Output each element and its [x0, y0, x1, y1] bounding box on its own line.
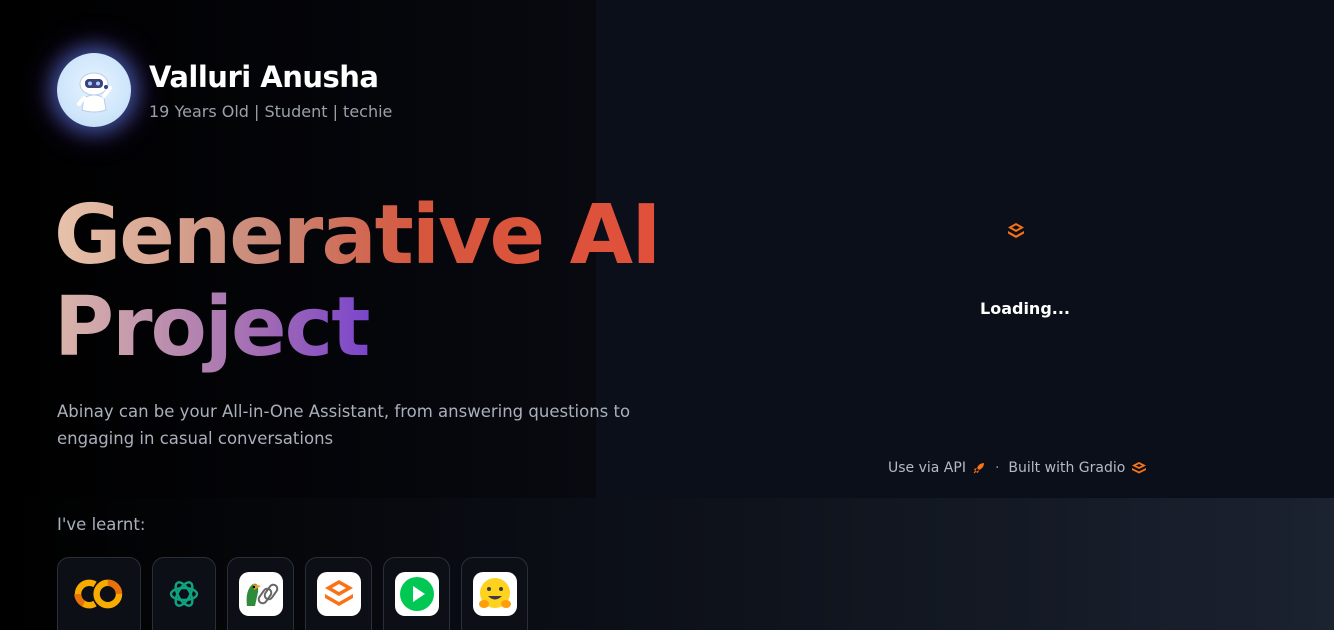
tool-card-gradio[interactable]: [305, 557, 372, 630]
built-with-gradio-label: Built with Gradio: [1008, 460, 1126, 476]
tool-card-langchain[interactable]: [227, 557, 294, 630]
gradio-icon: [316, 572, 361, 616]
tool-card-colab[interactable]: [57, 557, 141, 630]
tool-card-play[interactable]: [383, 557, 450, 630]
play-button-icon: [394, 572, 439, 616]
loading-status: Loading...: [980, 299, 1070, 318]
profile-name: Valluri Anusha: [149, 59, 379, 94]
gradio-footer: Use via API · Built with Gradio: [888, 460, 1147, 476]
google-colab-icon: [71, 572, 127, 616]
use-via-api-label: Use via API: [888, 460, 966, 476]
profile-tagline: 19 Years Old | Student | techie: [149, 101, 393, 121]
hero-title: Generative AI Project: [54, 188, 662, 374]
tools-list: [57, 557, 539, 630]
tool-card-openai[interactable]: [152, 557, 216, 630]
use-via-api-link[interactable]: Use via API: [888, 460, 986, 476]
gradio-logo-icon: [1132, 462, 1147, 474]
tool-card-hugging-face[interactable]: [461, 557, 528, 630]
langchain-icon: [238, 572, 283, 616]
gradio-loader-icon: [1006, 222, 1026, 244]
hugging-face-icon: [472, 572, 517, 616]
profile-header: Valluri Anusha 19 Years Old | Student | …: [57, 53, 392, 127]
learnt-label: I've learnt:: [57, 515, 146, 534]
hero-title-line2: Project: [54, 282, 660, 374]
robot-avatar-icon: [57, 53, 131, 127]
hero-description: Abinay can be your All-in-One Assistant,…: [57, 402, 631, 448]
openai-icon: [156, 572, 212, 616]
hero-title-line1: Generative AI: [54, 188, 662, 283]
footer-separator: ·: [994, 460, 1000, 476]
rocket-icon: [973, 463, 984, 474]
built-with-gradio-link[interactable]: Built with Gradio: [1008, 460, 1147, 476]
